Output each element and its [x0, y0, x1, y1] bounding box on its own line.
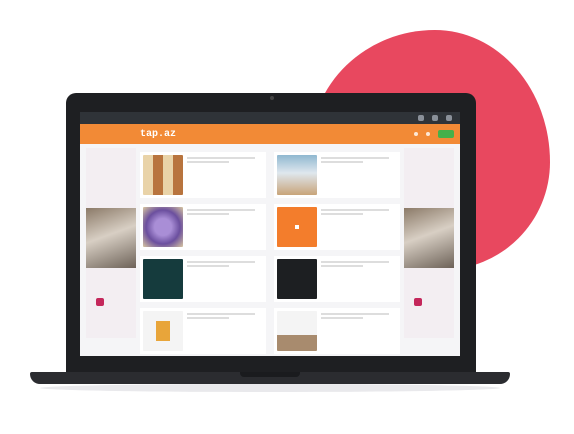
shop-thumbnail: [143, 259, 183, 299]
shop-grid: [140, 152, 400, 354]
shop-card[interactable]: [274, 308, 400, 354]
ad-photo: [86, 208, 136, 268]
new-listing-button[interactable]: [438, 130, 454, 138]
side-ad-right[interactable]: [404, 148, 454, 338]
top-bar: [80, 112, 460, 124]
bookmark-icon: [414, 132, 418, 136]
header-action[interactable]: [426, 132, 432, 136]
site-logo[interactable]: tap.az: [140, 129, 176, 140]
shop-thumbnail: [143, 311, 183, 351]
shop-card[interactable]: [274, 152, 400, 198]
header-action[interactable]: [414, 132, 420, 136]
brand-logo-icon: [96, 298, 104, 306]
shop-card[interactable]: [274, 204, 400, 250]
shop-thumbnail: [277, 311, 317, 351]
user-icon: [426, 132, 430, 136]
shop-card[interactable]: [140, 256, 266, 302]
shop-thumbnail: [143, 155, 183, 195]
shop-listing: [140, 148, 400, 356]
ad-subtitle: [404, 152, 454, 156]
side-ad-left[interactable]: [86, 148, 136, 338]
social-icon[interactable]: [432, 115, 438, 121]
shop-thumbnail: [277, 259, 317, 299]
shop-thumbnail: [277, 155, 317, 195]
social-icon[interactable]: [418, 115, 424, 121]
shop-thumbnail: [143, 207, 183, 247]
ad-logo: [96, 298, 106, 306]
ad-logo: [414, 298, 424, 306]
laptop-screen: tap.az: [80, 112, 460, 356]
shop-thumbnail: [277, 207, 317, 247]
site-header: tap.az: [80, 124, 460, 144]
ad-subtitle: [86, 152, 136, 156]
brand-logo-icon: [414, 298, 422, 306]
laptop-notch: [240, 372, 300, 377]
shop-card[interactable]: [140, 204, 266, 250]
shop-card[interactable]: [140, 152, 266, 198]
social-icon[interactable]: [446, 115, 452, 121]
shop-card[interactable]: [140, 308, 266, 354]
ad-photo: [404, 208, 454, 268]
shop-card[interactable]: [274, 256, 400, 302]
camera-icon: [270, 96, 274, 100]
laptop-shadow: [40, 384, 500, 392]
